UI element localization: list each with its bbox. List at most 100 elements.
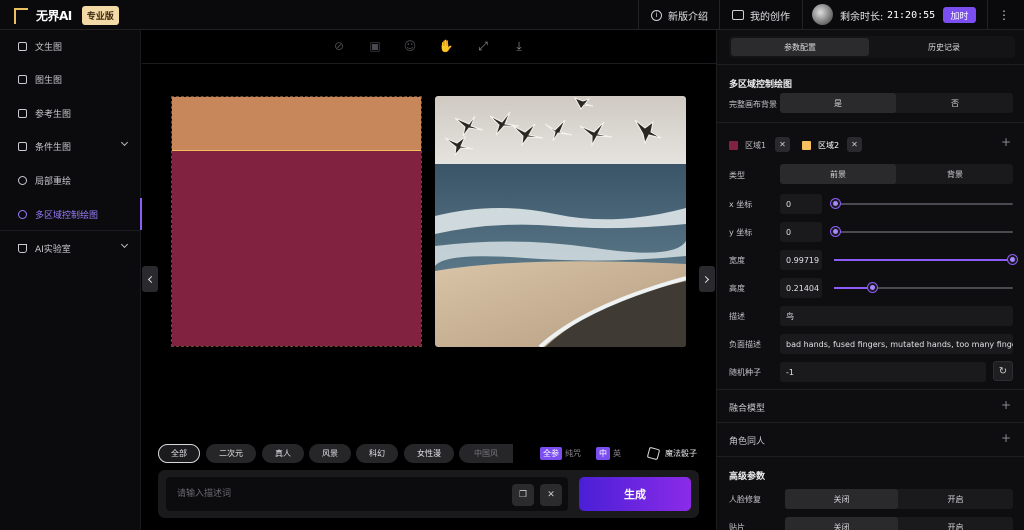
merge-model-label[interactable]: 融合模型 bbox=[729, 401, 765, 414]
divider bbox=[0, 230, 141, 231]
height-label: 高度 bbox=[729, 284, 745, 293]
my-works-button[interactable]: 我的创作 bbox=[732, 0, 790, 30]
tab-history[interactable]: 历史记录 bbox=[875, 38, 1013, 56]
x-slider-thumb[interactable] bbox=[831, 199, 840, 208]
height-slider-thumb[interactable] bbox=[868, 283, 877, 292]
remove-region-2-button[interactable]: ✕ bbox=[847, 137, 862, 152]
negative-input[interactable]: bad hands, fused fingers, mutated hands,… bbox=[780, 334, 1013, 354]
reference-icon bbox=[18, 108, 27, 118]
hide-icon[interactable]: ⊘ bbox=[332, 39, 346, 53]
chip-landscape[interactable]: 风景 bbox=[309, 444, 351, 463]
divider bbox=[717, 456, 1024, 457]
divider bbox=[717, 389, 1024, 390]
tab-params[interactable]: 参数配置 bbox=[731, 38, 869, 56]
sidebar-item-image-to-image[interactable]: 图生图 bbox=[0, 63, 141, 95]
chip-chinese[interactable]: 中国风 bbox=[459, 444, 513, 463]
clear-button[interactable]: ✕ bbox=[540, 484, 562, 506]
divider bbox=[802, 0, 803, 30]
character-label[interactable]: 角色同人 bbox=[729, 434, 765, 447]
x-slider[interactable] bbox=[831, 199, 1013, 208]
canvas-toolbar: ⊘ ▣ ☺ ✋ ⤢ ⤓ bbox=[142, 30, 716, 64]
region-1-tab[interactable]: 区域1 bbox=[729, 138, 766, 152]
chevron-left-icon bbox=[147, 275, 156, 283]
width-slider-thumb[interactable] bbox=[1008, 255, 1017, 264]
prompt-input[interactable] bbox=[166, 477, 568, 511]
generate-button[interactable]: 生成 bbox=[579, 477, 691, 511]
divider bbox=[717, 64, 1024, 65]
height-input[interactable]: 0.21404 bbox=[780, 278, 822, 298]
chip-anime[interactable]: 二次元 bbox=[206, 444, 256, 463]
seed-input[interactable]: -1 bbox=[780, 362, 986, 382]
width-slider[interactable] bbox=[834, 255, 1017, 264]
region-canvas[interactable] bbox=[171, 96, 422, 347]
expand-icon[interactable]: + bbox=[1001, 431, 1011, 445]
face-icon[interactable]: ☺ bbox=[403, 39, 417, 53]
negative-label: 负面描述 bbox=[729, 340, 761, 349]
face-fix-on[interactable]: 开启 bbox=[899, 489, 1012, 509]
divider bbox=[987, 0, 988, 30]
type-foreground[interactable]: 前景 bbox=[780, 164, 896, 184]
my-works-label: 我的创作 bbox=[750, 11, 790, 23]
chip-scifi[interactable]: 科幻 bbox=[356, 444, 398, 463]
language-toggle[interactable]: 中 英 bbox=[596, 446, 621, 460]
sidebar-item-ai-lab[interactable]: AI实验室 bbox=[0, 232, 141, 264]
y-slider-thumb[interactable] bbox=[831, 227, 840, 236]
region-2-box[interactable] bbox=[172, 97, 421, 151]
collapse-right-button[interactable] bbox=[699, 266, 715, 292]
desc-label: 描述 bbox=[729, 312, 745, 321]
multi-region-icon bbox=[18, 209, 27, 219]
sidebar-item-multi-region[interactable]: 多区域控制绘图 bbox=[0, 198, 142, 230]
add-region-icon[interactable]: + bbox=[1001, 135, 1011, 149]
mode-toggle[interactable]: 全参 纯咒 bbox=[540, 446, 581, 460]
expand-icon[interactable]: + bbox=[1001, 398, 1011, 412]
width-slider-fill bbox=[834, 259, 1012, 261]
x-input[interactable]: 0 bbox=[780, 194, 822, 214]
full-bg-yes[interactable]: 是 bbox=[780, 93, 896, 113]
chip-female-comic[interactable]: 女性漫 bbox=[404, 444, 454, 463]
generated-image[interactable] bbox=[435, 96, 686, 347]
magic-dice-button[interactable]: 魔法骰子 bbox=[646, 446, 697, 460]
sidebar-item-inpaint[interactable]: 局部重绘 bbox=[0, 164, 141, 196]
image-icon bbox=[732, 10, 744, 20]
tile-label: 贴片 bbox=[729, 523, 745, 530]
grid-icon[interactable]: ▣ bbox=[368, 39, 382, 53]
tile-off[interactable]: 关闭 bbox=[785, 517, 898, 530]
tile-toggle: 关闭 开启 bbox=[785, 517, 1013, 530]
region-2-tab[interactable]: 区域2 bbox=[802, 138, 839, 152]
more-menu-icon[interactable]: ⋮ bbox=[998, 0, 1010, 30]
whats-new-button[interactable]: i 新版介绍 bbox=[651, 0, 708, 30]
chip-real[interactable]: 真人 bbox=[262, 444, 304, 463]
sidebar-item-text-to-image[interactable]: 文生图 bbox=[0, 30, 141, 62]
y-input[interactable]: 0 bbox=[780, 222, 822, 242]
sidebar-item-conditional[interactable]: 条件生图 bbox=[0, 130, 141, 162]
divider bbox=[719, 0, 720, 30]
copy-button[interactable]: ❐ bbox=[512, 484, 534, 506]
width-input[interactable]: 0.99719 bbox=[780, 250, 822, 270]
fullscreen-icon[interactable]: ⤢ bbox=[476, 39, 490, 53]
region-1-box[interactable] bbox=[172, 151, 421, 346]
settings-panel: 参数配置 历史记录 多区域控制绘图 完整画布背景 是 否 区域1 ✕ 区域2 ✕… bbox=[716, 30, 1024, 530]
sidebar: 文生图 图生图 参考生图 条件生图 局部重绘 多区域控制绘图 AI实验室 bbox=[0, 30, 142, 530]
y-label: y 坐标 bbox=[729, 228, 753, 237]
pro-badge: 专业版 bbox=[81, 5, 119, 25]
chip-all[interactable]: 全部 bbox=[158, 444, 200, 463]
full-bg-no[interactable]: 否 bbox=[897, 93, 1013, 113]
type-toggle: 前景 背景 bbox=[780, 164, 1013, 184]
info-icon: i bbox=[651, 9, 662, 21]
desc-input[interactable]: 鸟 bbox=[780, 306, 1013, 326]
sidebar-item-reference[interactable]: 参考生图 bbox=[0, 97, 141, 129]
y-slider[interactable] bbox=[831, 227, 1013, 236]
collapse-left-button[interactable] bbox=[142, 266, 158, 292]
type-background[interactable]: 背景 bbox=[897, 164, 1013, 184]
remove-region-1-button[interactable]: ✕ bbox=[775, 137, 790, 152]
avatar[interactable] bbox=[812, 4, 833, 25]
height-slider[interactable] bbox=[834, 283, 1013, 292]
top-bar: 无界AI 专业版 i 新版介绍 我的创作 剩余时长: 21:20:55 加时 ⋮ bbox=[0, 0, 1024, 30]
hand-icon[interactable]: ✋ bbox=[439, 39, 454, 53]
refresh-seed-icon[interactable]: ↻ bbox=[993, 361, 1013, 381]
face-fix-off[interactable]: 关闭 bbox=[785, 489, 898, 509]
tile-on[interactable]: 开启 bbox=[899, 517, 1012, 530]
app-logo[interactable]: 无界AI 专业版 bbox=[12, 5, 119, 25]
download-icon[interactable]: ⤓ bbox=[512, 39, 526, 53]
add-time-button[interactable]: 加时 bbox=[943, 7, 976, 23]
